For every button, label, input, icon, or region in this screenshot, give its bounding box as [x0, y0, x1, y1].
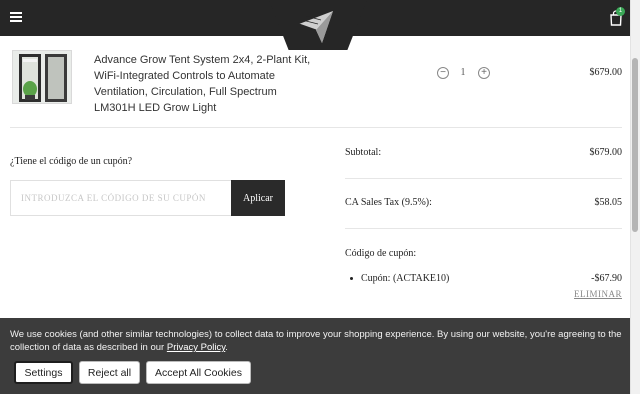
cookie-banner: We use cookies (and other similar techno…	[0, 318, 630, 394]
scrollbar-thumb[interactable]	[632, 58, 638, 232]
coupon-item-label: Cupón: (ACTAKE10)	[361, 273, 450, 284]
line-item-price: $679.00	[589, 67, 623, 78]
divider	[10, 127, 622, 128]
subtotal-label: Subtotal:	[345, 147, 382, 158]
hamburger-menu-icon[interactable]	[10, 12, 22, 22]
tax-label: CA Sales Tax (9.5%):	[345, 197, 432, 208]
coupon-code-input[interactable]	[10, 180, 232, 216]
cookie-message: We use cookies (and other similar techno…	[10, 328, 622, 354]
tax-value: $58.05	[594, 197, 623, 208]
site-header: 1	[0, 0, 630, 50]
subtotal-value: $679.00	[589, 147, 623, 158]
plus-circle-icon: +	[481, 67, 487, 78]
coupon-discount-value: -$67.90	[591, 273, 622, 284]
increase-quantity-button[interactable]: +	[478, 67, 490, 79]
apply-coupon-button[interactable]: Aplicar	[231, 180, 285, 216]
privacy-policy-link[interactable]: Privacy Policy	[167, 342, 225, 353]
minus-circle-icon: −	[440, 67, 446, 78]
cookie-text-suffix: .	[225, 342, 228, 353]
product-thumbnail[interactable]	[12, 50, 72, 104]
decrease-quantity-button[interactable]: −	[437, 67, 449, 79]
cookie-settings-button[interactable]: Settings	[14, 361, 73, 384]
coupon-question: ¿Tiene el código de un cupón?	[10, 156, 133, 167]
cookie-text: We use cookies (and other similar techno…	[10, 329, 622, 353]
cart-count-badge: 1	[616, 7, 625, 16]
remove-coupon-link[interactable]: ELIMINAR	[540, 289, 622, 300]
accept-all-cookies-button[interactable]: Accept All Cookies	[146, 361, 251, 384]
grow-tent-image	[19, 54, 67, 102]
cart-button[interactable]: 1	[609, 7, 625, 26]
coupon-code-label: Código de cupón:	[345, 248, 417, 259]
product-title[interactable]: Advance Grow Tent System 2x4, 2-Plant Ki…	[94, 52, 314, 116]
quantity-value: 1	[460, 67, 466, 78]
paper-plane-logo-icon[interactable]	[298, 10, 334, 44]
reject-all-button[interactable]: Reject all	[79, 361, 140, 384]
divider	[345, 178, 622, 179]
list-bullet	[350, 277, 353, 280]
divider	[345, 228, 622, 229]
